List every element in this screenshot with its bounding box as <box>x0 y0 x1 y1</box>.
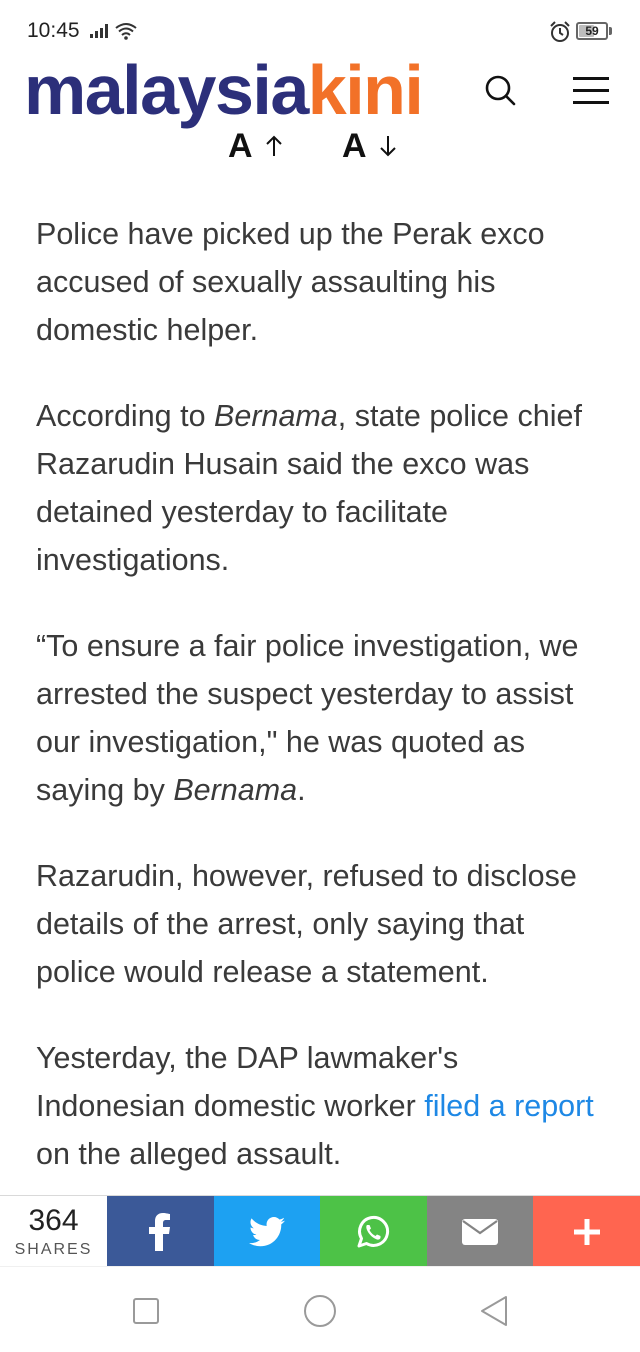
email-share-button[interactable] <box>426 1196 534 1267</box>
system-nav-bar <box>0 1266 640 1352</box>
p2-text-a: According to <box>36 399 215 433</box>
facebook-share-button[interactable] <box>107 1196 214 1267</box>
source-name: Bernama <box>173 773 298 807</box>
article-paragraph-4: Razarudin, however, refused to disclose … <box>36 859 577 989</box>
recents-button[interactable] <box>128 1293 164 1329</box>
recents-square-icon <box>133 1298 159 1324</box>
article-paragraph-5: Yesterday, the DAP lawmaker's Indonesian… <box>36 1034 608 1178</box>
article-paragraph-3: “To ensure a fair police investigation, … <box>36 622 608 814</box>
back-button[interactable] <box>476 1293 512 1329</box>
article-paragraph-1: Police have picked up the Perak exco acc… <box>36 217 545 347</box>
twitter-share-button[interactable] <box>213 1196 321 1267</box>
font-increase-button[interactable]: A <box>228 126 283 166</box>
p5-text-b: on the alleged assault. <box>36 1137 342 1171</box>
wifi-icon <box>115 23 137 40</box>
signal-icon <box>90 24 108 38</box>
logo-part-kini: kini <box>307 51 424 129</box>
battery-tip <box>609 27 612 35</box>
p5-text-a: Yesterday, the DAP lawmaker's Indonesian… <box>36 1041 459 1123</box>
more-share-button[interactable] <box>533 1196 640 1267</box>
alarm-icon <box>550 21 570 42</box>
back-triangle-icon <box>481 1296 507 1326</box>
battery-icon: 59 <box>576 22 608 40</box>
email-icon <box>462 1218 499 1245</box>
p3-text-b: . <box>297 773 306 807</box>
arrow-up-icon <box>265 135 282 156</box>
article-body: Police have picked up the Perak exco acc… <box>36 210 608 1216</box>
logo-part-malaysia: malaysia <box>24 51 309 129</box>
search-button[interactable] <box>481 72 519 110</box>
share-bar: 364 SHARES <box>0 1195 640 1267</box>
arrow-down-icon <box>379 136 396 157</box>
article-paragraph-2: According to Bernama, state police chief… <box>36 392 608 584</box>
font-increase-label: A <box>228 127 253 165</box>
whatsapp-share-button[interactable] <box>320 1196 427 1267</box>
home-circle-icon <box>304 1295 336 1327</box>
menu-button[interactable] <box>571 76 611 106</box>
filed-report-link[interactable]: filed a report <box>424 1089 594 1123</box>
site-logo[interactable]: malaysiakini <box>24 50 424 130</box>
share-count: 364 SHARES <box>0 1196 107 1267</box>
p3-text-a: “To ensure a fair police investigation, … <box>36 629 579 807</box>
hamburger-menu-icon <box>573 77 609 104</box>
plus-icon <box>573 1218 600 1245</box>
font-decrease-label: A <box>342 127 367 165</box>
source-name: Bernama <box>214 399 338 433</box>
share-count-label: SHARES <box>14 1241 93 1258</box>
twitter-icon <box>248 1216 285 1246</box>
whatsapp-icon <box>357 1215 390 1247</box>
search-icon <box>485 75 516 106</box>
share-count-number: 364 <box>28 1204 79 1237</box>
font-decrease-button[interactable]: A <box>342 126 397 166</box>
facebook-icon <box>149 1212 171 1251</box>
status-time: 10:45 <box>27 19 80 42</box>
battery-level: 59 <box>585 24 599 38</box>
home-button[interactable] <box>301 1293 337 1329</box>
